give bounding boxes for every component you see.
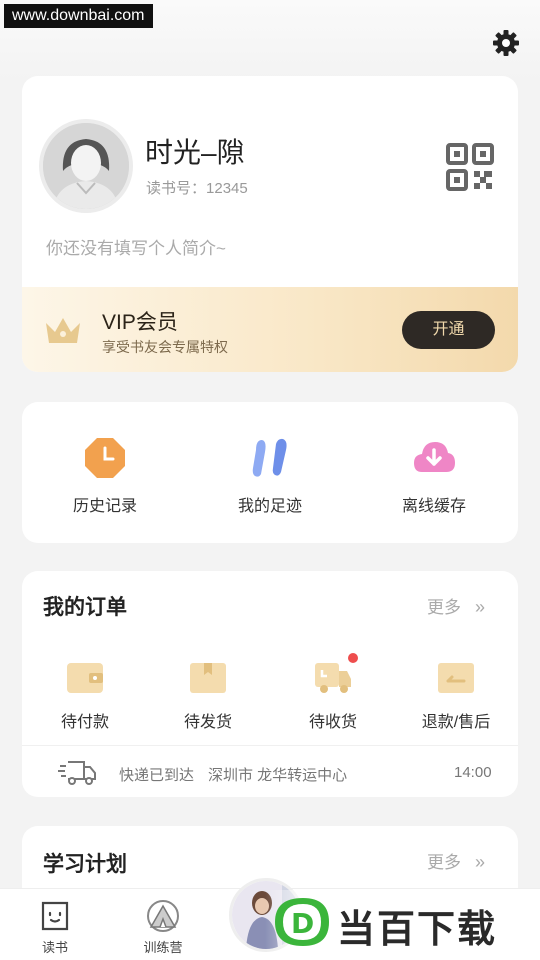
- reader-id: 读书号：12345: [146, 177, 248, 198]
- history-item[interactable]: 历史记录: [35, 436, 175, 516]
- vip-subtitle: 享受书友会专属特权: [102, 339, 228, 355]
- tracking-time: 14:00: [454, 764, 492, 781]
- study-more-link[interactable]: 更多 »: [427, 848, 485, 873]
- tab-reading[interactable]: 读书: [10, 899, 100, 956]
- refund-item[interactable]: 退款/售后: [401, 657, 511, 732]
- brand-text: 当百下载: [337, 907, 498, 951]
- brand-watermark: D 当百下载: [265, 890, 540, 952]
- camp-icon: [147, 900, 179, 932]
- truck-icon: [315, 663, 351, 693]
- cloud-download-icon: [414, 442, 455, 472]
- tab-reading-label: 读书: [41, 940, 68, 955]
- pending-receipt-label: 待收货: [308, 714, 357, 731]
- offline-cache-item[interactable]: 离线缓存: [364, 436, 504, 516]
- pending-payment-item[interactable]: 待付款: [30, 657, 140, 732]
- pending-payment-label: 待付款: [60, 714, 109, 731]
- nickname: 时光–隙: [145, 137, 245, 168]
- orders-card: 我的订单 更多 » 待付款 待发货 待收货 退款/售后 快递已到达 深圳市 龙华转…: [22, 571, 518, 797]
- orders-more-link[interactable]: 更多 »: [427, 593, 485, 618]
- pending-receipt-item[interactable]: 待收货: [278, 653, 388, 732]
- reader-id-value: 12345: [206, 180, 248, 197]
- avatar[interactable]: [39, 119, 133, 213]
- study-plan-title: 学习计划: [43, 853, 127, 876]
- delivery-truck-icon: [58, 761, 96, 785]
- chevron-right-icon: »: [475, 852, 486, 872]
- wallet-icon: [67, 663, 103, 693]
- clock-icon: [85, 438, 125, 478]
- profile-card: 时光–隙 读书号：12345 你还没有填写个人简介~ VIP会员 享受书友会专属…: [22, 76, 518, 372]
- offline-cache-label: 离线缓存: [401, 498, 466, 515]
- history-label: 历史记录: [72, 498, 137, 515]
- gear-icon[interactable]: [490, 27, 522, 59]
- tab-camp-label: 训练营: [143, 940, 183, 955]
- tracking-location: 深圳市 龙华转运中心: [208, 767, 348, 784]
- footprints-icon: [252, 438, 287, 477]
- pending-shipment-label: 待发货: [183, 714, 232, 731]
- reader-id-label: 读书号：: [146, 180, 207, 197]
- refund-icon: [438, 663, 474, 693]
- quick-actions-card: 历史记录 我的足迹 离线缓存: [22, 402, 518, 543]
- tab-camp[interactable]: 训练营: [118, 899, 208, 956]
- orders-more-label: 更多: [427, 598, 461, 617]
- vip-title: VIP会员: [102, 311, 178, 334]
- notification-badge: [348, 653, 358, 663]
- brand-logo-letter: D: [291, 907, 314, 940]
- book-icon: [41, 901, 69, 931]
- orders-divider: [22, 745, 518, 746]
- brand-logo-icon: D: [275, 898, 329, 946]
- refund-label: 退款/售后: [421, 714, 491, 731]
- vip-banner[interactable]: VIP会员 享受书友会专属特权 开通: [22, 287, 518, 372]
- watermark: www.downbai.com: [4, 4, 153, 28]
- chevron-right-icon: »: [475, 597, 486, 617]
- tracking-status: 快递已到达: [119, 767, 195, 784]
- orders-title: 我的订单: [43, 596, 127, 619]
- footprints-item[interactable]: 我的足迹: [200, 436, 340, 516]
- box-icon: [190, 663, 226, 693]
- bio-text[interactable]: 你还没有填写个人简介~: [46, 234, 226, 259]
- vip-open-button[interactable]: 开通: [402, 311, 495, 349]
- study-more-label: 更多: [427, 853, 461, 872]
- qr-code-icon[interactable]: [446, 143, 494, 191]
- pending-shipment-item[interactable]: 待发货: [153, 657, 263, 732]
- footprints-label: 我的足迹: [237, 498, 302, 515]
- crown-icon: [46, 318, 80, 343]
- user-avatar-icon: [43, 123, 129, 209]
- tracking-info[interactable]: 快递已到达 深圳市 龙华转运中心: [119, 764, 347, 785]
